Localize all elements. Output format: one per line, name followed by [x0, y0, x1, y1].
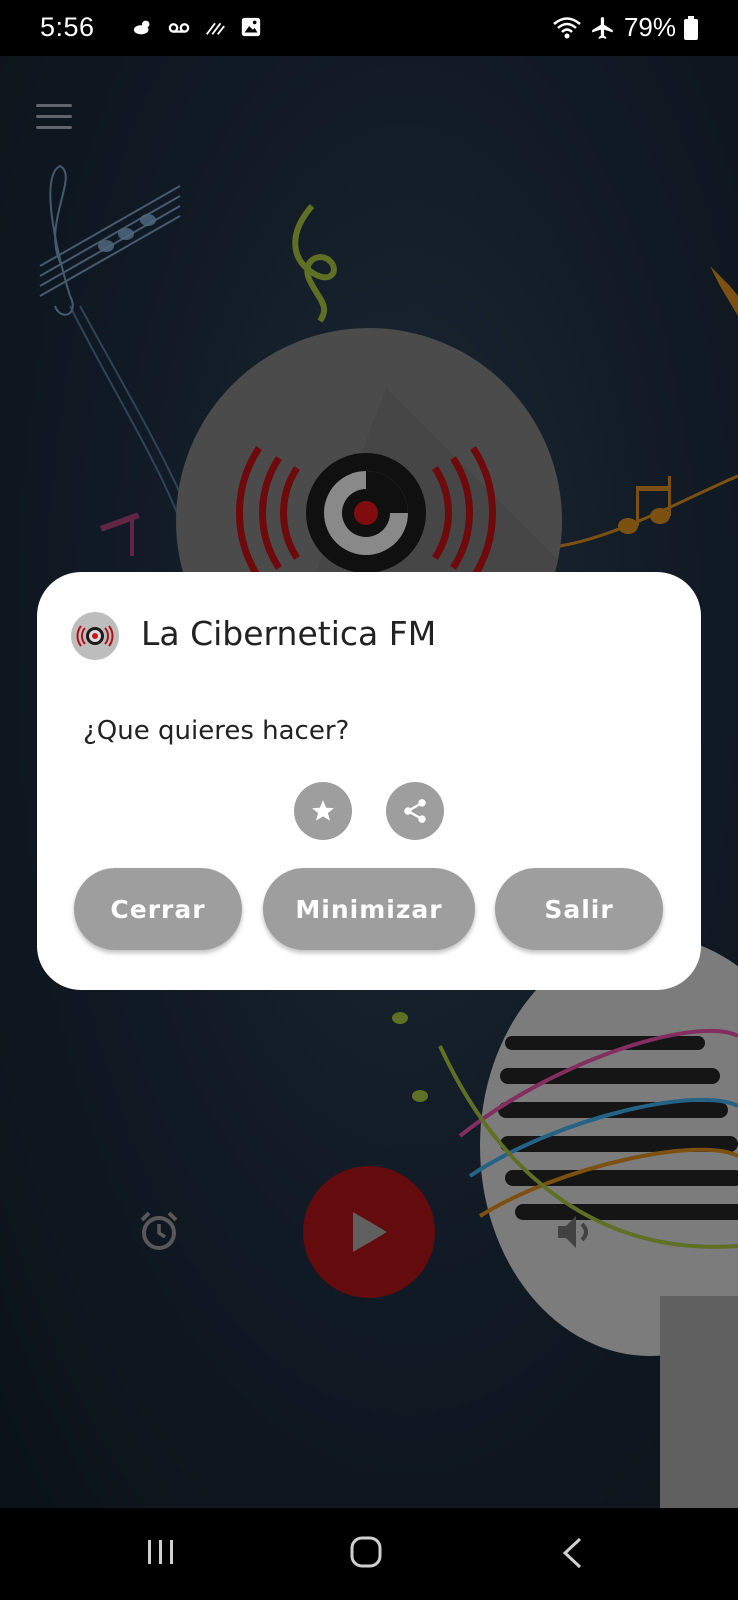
back-icon[interactable] [560, 1536, 584, 1570]
gallery-icon [241, 17, 261, 37]
weather-icon [133, 20, 150, 35]
battery-percent: 79% [623, 12, 676, 42]
minimize-button[interactable]: Minimizar [263, 868, 475, 950]
recent-apps-icon[interactable] [146, 1538, 176, 1566]
voicemail-icon [168, 23, 190, 33]
action-dialog: La Cibernetica FM ¿Que quieres hacer? Ce… [37, 572, 701, 990]
exit-button[interactable]: Salir [495, 868, 663, 950]
star-icon [312, 800, 334, 821]
dialog-station-logo [71, 612, 119, 660]
home-icon[interactable] [350, 1536, 382, 1568]
status-time: 5:56 [40, 12, 95, 42]
status-bar: 5:56 79% [0, 0, 738, 56]
battery-icon [684, 15, 698, 40]
system-nav-bar [0, 1508, 738, 1600]
dialog-question: ¿Que quieres hacer? [83, 716, 350, 746]
airplane-icon [592, 16, 613, 39]
status-icons-right: 79% [552, 12, 698, 43]
status-icons-left [132, 16, 262, 38]
share-icon [404, 799, 426, 823]
close-button[interactable]: Cerrar [74, 868, 242, 950]
dialog-title: La Cibernetica FM [141, 614, 437, 653]
data-icon [206, 22, 225, 35]
favorite-button[interactable] [294, 782, 352, 840]
share-button[interactable] [386, 782, 444, 840]
wifi-icon [553, 16, 581, 38]
